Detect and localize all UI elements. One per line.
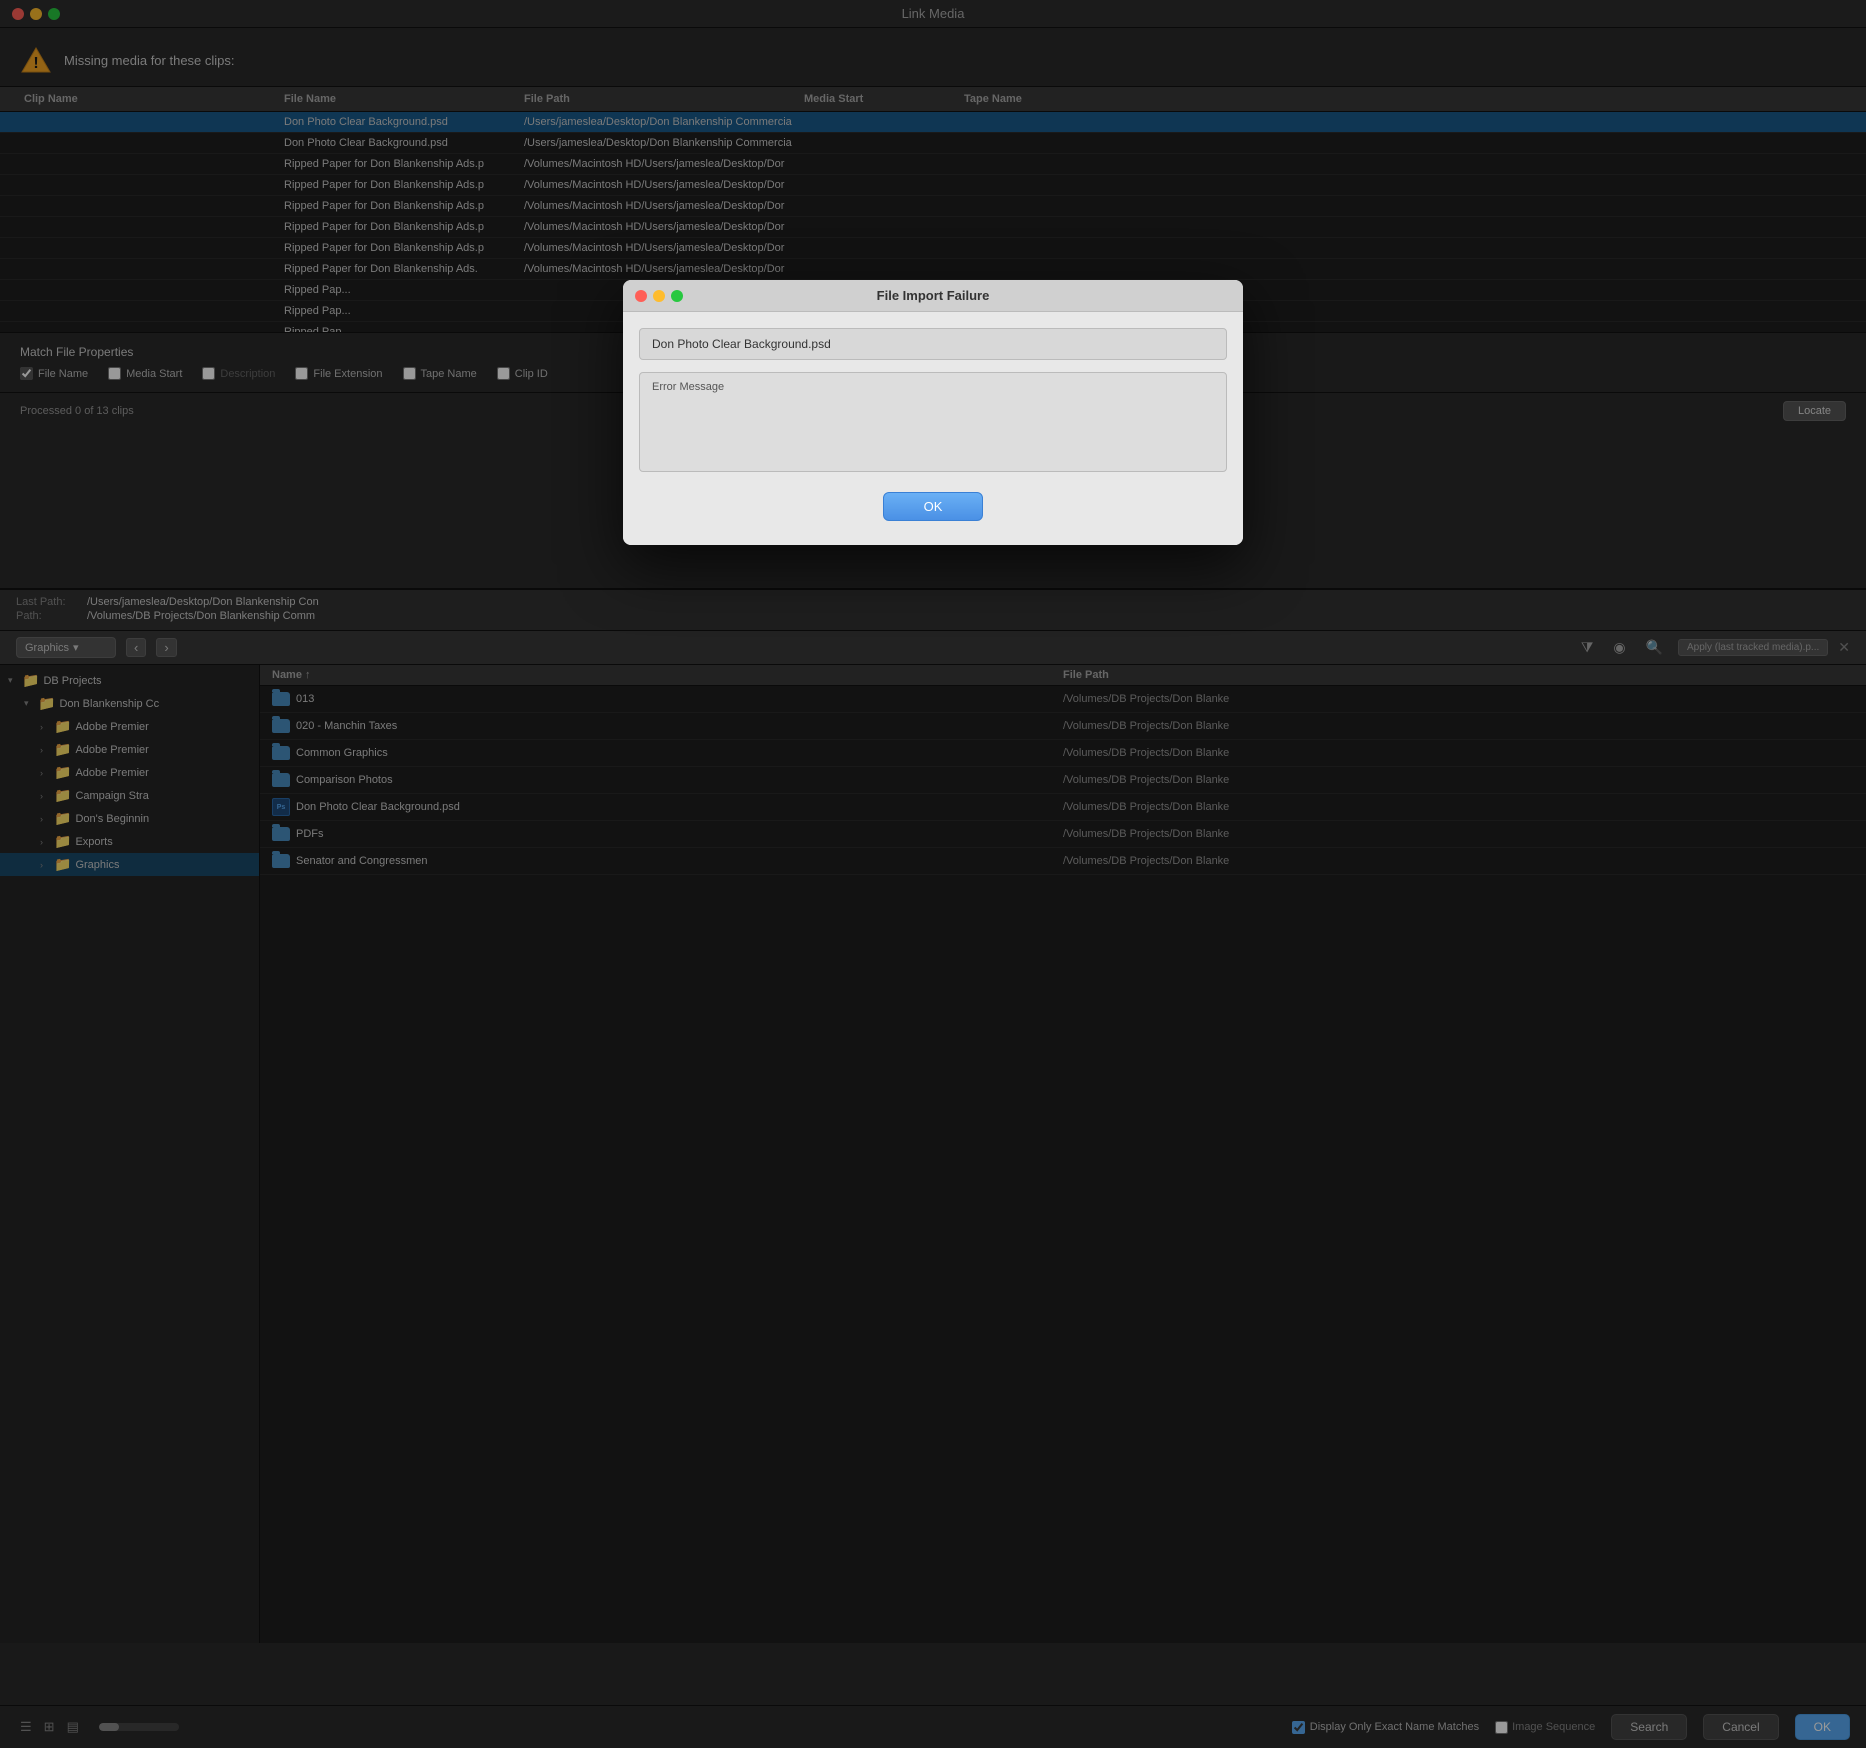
modal-error-label: Error Message	[640, 373, 1226, 401]
modal-traffic-lights	[635, 290, 683, 302]
modal-overlay: File Import Failure Don Photo Clear Back…	[0, 0, 1866, 1748]
modal-title-bar: File Import Failure	[623, 280, 1243, 312]
modal-maximize-button[interactable]	[671, 290, 683, 302]
modal-ok-row: OK	[639, 484, 1227, 529]
modal-close-button[interactable]	[635, 290, 647, 302]
modal-minimize-button[interactable]	[653, 290, 665, 302]
modal-title: File Import Failure	[877, 288, 990, 303]
file-import-failure-dialog: File Import Failure Don Photo Clear Back…	[623, 280, 1243, 545]
modal-ok-button[interactable]: OK	[883, 492, 984, 521]
modal-filename: Don Photo Clear Background.psd	[639, 328, 1227, 360]
modal-body: Don Photo Clear Background.psd Error Mes…	[623, 312, 1243, 545]
modal-content-area: Error Message	[639, 372, 1227, 472]
